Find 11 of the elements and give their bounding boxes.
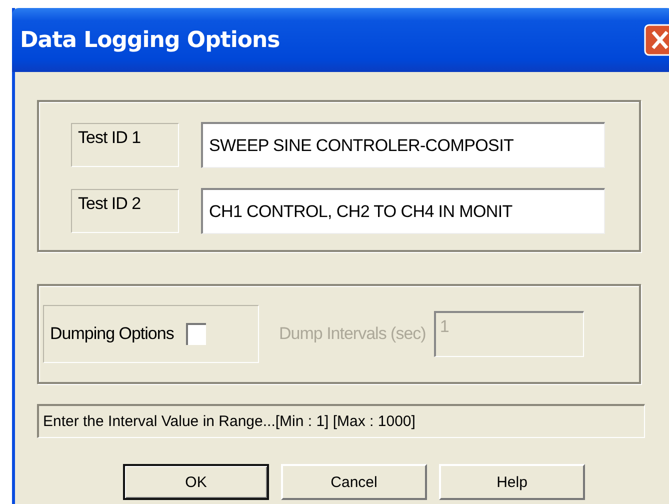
text-field[interactable]: SWEEP SINE CONTROLER-COMPOSIT [201,122,605,168]
text-field[interactable]: CH1 CONTROL, CH2 TO CH4 IN MONIT [201,188,605,234]
field-label: Test ID 2 [71,189,179,233]
status-bar: Enter the Interval Value in Range...[Min : 1] [Max : 1000] [37,404,645,438]
window-title: Data Logging Options [20,28,280,52]
interval-label: Dump Intervals (sec) [279,324,426,344]
dialog-button[interactable]: Cancel [281,464,427,500]
dialog-button[interactable]: OK [123,464,269,500]
dumping-label: Dumping Options [50,324,174,344]
dialog-button[interactable]: Help [439,464,585,500]
field-label: Test ID 1 [71,123,179,167]
